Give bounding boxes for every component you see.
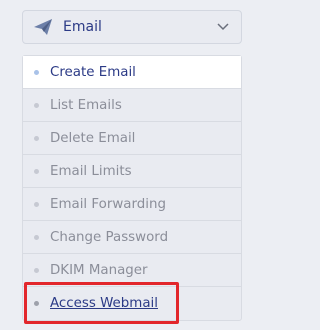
menu-item-delete-email[interactable]: Delete Email bbox=[23, 122, 241, 155]
bullet-dot-icon bbox=[34, 201, 39, 207]
menu-item-label: Email Limits bbox=[50, 163, 132, 179]
bullet-dot-icon bbox=[34, 102, 39, 108]
menu-item-label: Create Email bbox=[50, 64, 136, 80]
menu-item-label: Delete Email bbox=[50, 130, 136, 146]
menu-item-dkim-manager[interactable]: DKIM Manager bbox=[23, 254, 241, 287]
menu-item-email-limits[interactable]: Email Limits bbox=[23, 155, 241, 188]
bullet-dot-icon bbox=[34, 168, 39, 174]
panel-title: Email bbox=[63, 19, 102, 35]
bullet-dot-icon bbox=[34, 301, 39, 306]
bullet-dot-icon bbox=[34, 69, 39, 75]
bullet-dot-icon bbox=[34, 267, 39, 273]
menu-item-list-emails[interactable]: List Emails bbox=[23, 89, 241, 122]
menu-item-label: Email Forwarding bbox=[50, 196, 166, 212]
menu-item-create-email[interactable]: Create Email bbox=[23, 56, 241, 89]
bullet-dot-icon bbox=[34, 135, 39, 141]
menu-item-label: Access Webmail bbox=[50, 296, 158, 311]
menu-item-change-password[interactable]: Change Password bbox=[23, 221, 241, 254]
email-panel-header[interactable]: Email bbox=[22, 10, 242, 44]
menu-item-label: List Emails bbox=[50, 97, 122, 113]
chevron-down-icon[interactable] bbox=[217, 21, 229, 33]
bullet-dot-icon bbox=[34, 234, 39, 240]
menu-item-email-forwarding[interactable]: Email Forwarding bbox=[23, 188, 241, 221]
menu-item-label: Change Password bbox=[50, 229, 169, 245]
email-menu: Create Email List Emails Delete Email Em… bbox=[22, 55, 242, 321]
paper-plane-icon bbox=[33, 17, 53, 37]
menu-item-access-webmail[interactable]: Access Webmail bbox=[23, 287, 241, 320]
menu-item-label: DKIM Manager bbox=[50, 262, 148, 278]
